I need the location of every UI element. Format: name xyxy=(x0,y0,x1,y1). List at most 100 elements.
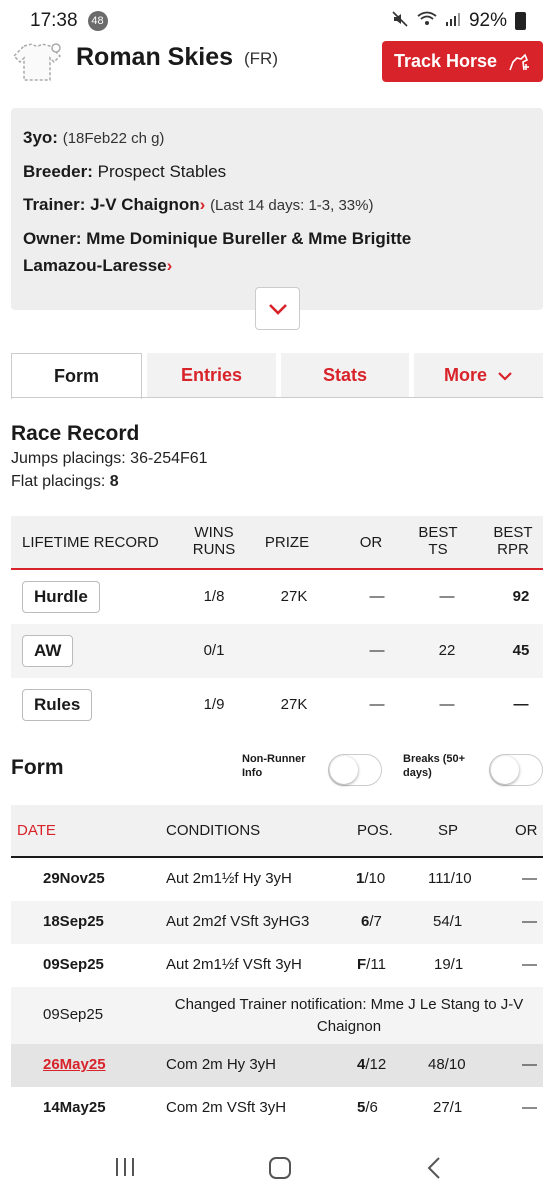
age-line: 3yo: (18Feb22 ch g) xyxy=(23,128,531,149)
runners: /6 xyxy=(365,1099,378,1116)
runners: /12 xyxy=(365,1056,387,1073)
runners: /11 xyxy=(366,956,386,973)
notice-text: Changed Trainer notification: Mme J Le S… xyxy=(157,994,541,1038)
aw-filter-button[interactable]: AW xyxy=(22,635,74,667)
form-row[interactable]: 29Nov25 Aut 2m1½f Hy 3yH 1/10 111/10 — xyxy=(11,858,543,901)
lifetime-row-rules: Rules 1/9 27K — — — xyxy=(11,678,543,732)
recent-apps-icon[interactable] xyxy=(114,1156,136,1178)
tab-form-label: Form xyxy=(54,366,99,386)
trainer-chevron-icon: › xyxy=(199,195,206,214)
col-conditions: CONDITIONS xyxy=(166,822,261,839)
toggle-knob xyxy=(491,756,519,784)
starting-price: 111/10 xyxy=(428,870,472,887)
col-rpr: RPR xyxy=(497,541,529,558)
flat-value: 8 xyxy=(109,473,119,490)
or-cell: — xyxy=(369,588,385,605)
breeder-value: Prospect Stables xyxy=(97,162,227,181)
starting-price: 48/10 xyxy=(428,1056,466,1073)
tab-form[interactable]: Form xyxy=(11,353,142,399)
ts-cell: — xyxy=(439,588,455,605)
form-row[interactable]: 18Sep25 Aut 2m2f VSft 3yHG3 6/7 54/1 — xyxy=(11,901,543,944)
battery-percent: 92% xyxy=(468,10,507,31)
horse-header: Roman Skies (FR) Track Horse xyxy=(0,40,554,88)
trainer-link[interactable]: J-V Chaignon xyxy=(90,195,200,214)
col-or: OR xyxy=(359,534,383,551)
trainer-change-notice-row: 09Sep25 Changed Trainer notification: Mm… xyxy=(11,987,543,1044)
col-date-sort[interactable]: DATE xyxy=(17,822,56,839)
rpr-cell: — xyxy=(513,696,529,713)
track-horse-label: Track Horse xyxy=(394,51,498,71)
col-best-ts: BEST xyxy=(418,524,458,541)
form-row[interactable]: 26May25 Com 2m Hy 3yH 4/12 48/10 — xyxy=(11,1044,543,1087)
flat-label: Flat placings: xyxy=(11,473,110,490)
starting-price: 19/1 xyxy=(434,956,464,973)
prize-cell: 27K xyxy=(280,588,308,605)
tab-bar: Form Entries Stats More xyxy=(11,353,543,399)
age-value: (18Feb22 ch g) xyxy=(62,130,165,147)
col-sp: SP xyxy=(438,822,459,839)
owner-link-cont[interactable]: Lamazou-Laresse xyxy=(23,256,167,275)
breaks-toggle[interactable] xyxy=(489,754,543,786)
race-date: 14May25 xyxy=(43,1099,106,1116)
official-rating: — xyxy=(522,1099,537,1116)
flat-placings: Flat placings: 8 xyxy=(11,473,119,491)
tab-more-label: More xyxy=(443,365,487,385)
notice-text-line1: Changed Trainer notification: Mme J Le S… xyxy=(174,996,524,1013)
rules-filter-button[interactable]: Rules xyxy=(22,689,93,721)
breeder-label: Breeder: xyxy=(23,162,93,181)
system-nav-bar xyxy=(0,1138,554,1200)
jumps-label: Jumps placings: xyxy=(11,450,131,467)
tab-stats[interactable]: Stats xyxy=(281,353,409,398)
or-cell: — xyxy=(369,696,385,713)
wifi-icon xyxy=(417,11,437,32)
race-date: 18Sep25 xyxy=(43,913,104,930)
winsruns-cell: 1/8 xyxy=(203,588,225,605)
race-date: 09Sep25 xyxy=(43,956,104,973)
lifetime-table-header: LIFETIME RECORD WINS RUNS PRIZE OR BEST … xyxy=(11,516,543,570)
runners: /10 xyxy=(364,870,386,887)
expand-info-button[interactable] xyxy=(255,287,300,330)
non-runner-label-line2: Info xyxy=(242,767,263,779)
lifetime-row-aw: AW 0/1 — 22 45 xyxy=(11,624,543,678)
track-horse-button[interactable]: Track Horse xyxy=(382,41,543,82)
trainer-stats: (Last 14 days: 1-3, 33%) xyxy=(210,197,374,214)
battery-icon xyxy=(515,12,526,30)
col-or: OR xyxy=(515,822,538,839)
non-runner-toggle[interactable] xyxy=(328,754,382,786)
back-icon[interactable] xyxy=(426,1156,442,1180)
tab-entries[interactable]: Entries xyxy=(147,353,276,398)
jockey-silks-icon xyxy=(12,43,62,81)
jumps-value: 36-254F61 xyxy=(130,450,208,467)
ts-cell: — xyxy=(439,696,455,713)
notice-date: 09Sep25 xyxy=(43,1006,104,1023)
official-rating: — xyxy=(522,1056,537,1073)
race-conditions: Com 2m Hy 3yH xyxy=(166,1056,277,1073)
tab-divider xyxy=(11,397,543,398)
tab-stats-label: Stats xyxy=(322,365,367,385)
race-date-link[interactable]: 26May25 xyxy=(43,1056,106,1073)
home-icon[interactable] xyxy=(268,1156,292,1180)
col-pos: POS. xyxy=(357,822,393,839)
non-runner-label-line1: Non-Runner xyxy=(242,753,306,765)
form-table-header: DATE CONDITIONS POS. SP OR xyxy=(11,805,543,858)
race-conditions: Com 2m VSft 3yH xyxy=(166,1099,287,1116)
tab-entries-label: Entries xyxy=(180,365,243,385)
breaks-toggle-label: Breaks (50+ days) xyxy=(403,752,465,780)
status-bar: 17:38 48 92% xyxy=(0,0,554,42)
breaks-label-line2: days) xyxy=(403,767,432,779)
form-row[interactable]: 14May25 Com 2m VSft 3yH 5/6 27/1 — xyxy=(11,1087,543,1130)
owner-line: Owner: Mme Dominique Bureller & Mme Brig… xyxy=(23,229,531,249)
owner-chevron-icon: › xyxy=(166,256,173,275)
owner-label: Owner: xyxy=(23,229,82,248)
hurdle-filter-button[interactable]: Hurdle xyxy=(22,581,100,613)
or-cell: — xyxy=(369,642,385,659)
jumps-placings: Jumps placings: 36-254F61 xyxy=(11,450,208,468)
signal-icon xyxy=(445,11,461,32)
form-row[interactable]: 09Sep25 Aut 2m1½f VSft 3yH F/11 19/1 — xyxy=(11,944,543,987)
col-best-rpr: BEST xyxy=(493,524,533,541)
official-rating: — xyxy=(522,913,537,930)
tab-more[interactable]: More xyxy=(414,353,543,398)
horse-country: (FR) xyxy=(244,49,278,68)
starting-price: 27/1 xyxy=(433,1099,463,1116)
owner-link[interactable]: Mme Dominique Bureller & Mme Brigitte xyxy=(86,229,411,248)
